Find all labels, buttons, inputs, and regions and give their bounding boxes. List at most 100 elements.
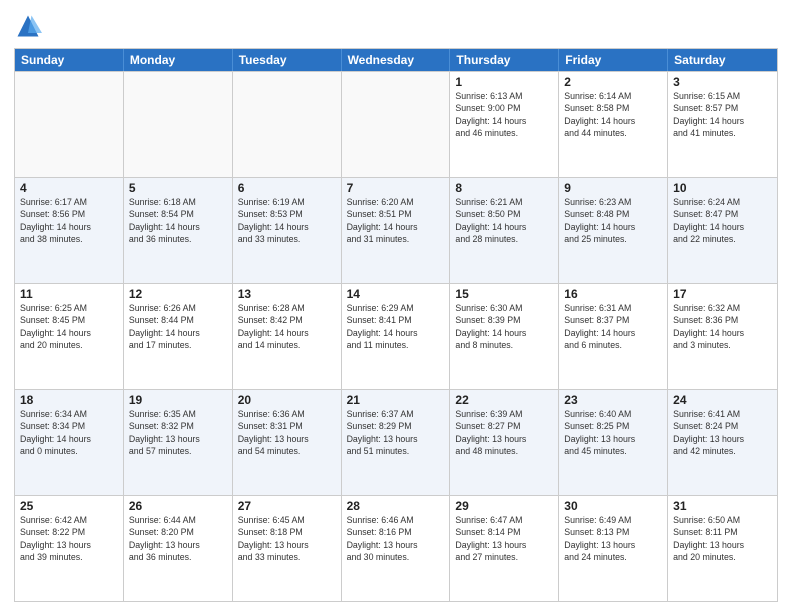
- calendar-cell: 17Sunrise: 6:32 AM Sunset: 8:36 PM Dayli…: [668, 284, 777, 389]
- day-info: Sunrise: 6:13 AM Sunset: 9:00 PM Dayligh…: [455, 90, 553, 139]
- calendar-cell: [15, 72, 124, 177]
- day-info: Sunrise: 6:23 AM Sunset: 8:48 PM Dayligh…: [564, 196, 662, 245]
- day-info: Sunrise: 6:41 AM Sunset: 8:24 PM Dayligh…: [673, 408, 772, 457]
- calendar-row: 1Sunrise: 6:13 AM Sunset: 9:00 PM Daylig…: [15, 71, 777, 177]
- day-number: 30: [564, 499, 662, 513]
- calendar-cell: 11Sunrise: 6:25 AM Sunset: 8:45 PM Dayli…: [15, 284, 124, 389]
- day-info: Sunrise: 6:20 AM Sunset: 8:51 PM Dayligh…: [347, 196, 445, 245]
- calendar-cell: 2Sunrise: 6:14 AM Sunset: 8:58 PM Daylig…: [559, 72, 668, 177]
- day-info: Sunrise: 6:29 AM Sunset: 8:41 PM Dayligh…: [347, 302, 445, 351]
- day-number: 12: [129, 287, 227, 301]
- calendar-cell: 5Sunrise: 6:18 AM Sunset: 8:54 PM Daylig…: [124, 178, 233, 283]
- calendar-header-friday: Friday: [559, 49, 668, 71]
- day-number: 8: [455, 181, 553, 195]
- day-number: 4: [20, 181, 118, 195]
- calendar-cell: 24Sunrise: 6:41 AM Sunset: 8:24 PM Dayli…: [668, 390, 777, 495]
- day-info: Sunrise: 6:17 AM Sunset: 8:56 PM Dayligh…: [20, 196, 118, 245]
- day-info: Sunrise: 6:32 AM Sunset: 8:36 PM Dayligh…: [673, 302, 772, 351]
- day-number: 14: [347, 287, 445, 301]
- day-number: 22: [455, 393, 553, 407]
- day-number: 23: [564, 393, 662, 407]
- calendar-row: 18Sunrise: 6:34 AM Sunset: 8:34 PM Dayli…: [15, 389, 777, 495]
- day-number: 6: [238, 181, 336, 195]
- calendar-row: 11Sunrise: 6:25 AM Sunset: 8:45 PM Dayli…: [15, 283, 777, 389]
- calendar-cell: [342, 72, 451, 177]
- day-info: Sunrise: 6:36 AM Sunset: 8:31 PM Dayligh…: [238, 408, 336, 457]
- calendar-cell: 15Sunrise: 6:30 AM Sunset: 8:39 PM Dayli…: [450, 284, 559, 389]
- day-info: Sunrise: 6:24 AM Sunset: 8:47 PM Dayligh…: [673, 196, 772, 245]
- day-info: Sunrise: 6:49 AM Sunset: 8:13 PM Dayligh…: [564, 514, 662, 563]
- calendar-cell: 19Sunrise: 6:35 AM Sunset: 8:32 PM Dayli…: [124, 390, 233, 495]
- calendar-cell: 8Sunrise: 6:21 AM Sunset: 8:50 PM Daylig…: [450, 178, 559, 283]
- calendar-cell: 30Sunrise: 6:49 AM Sunset: 8:13 PM Dayli…: [559, 496, 668, 601]
- day-number: 1: [455, 75, 553, 89]
- calendar-cell: 22Sunrise: 6:39 AM Sunset: 8:27 PM Dayli…: [450, 390, 559, 495]
- calendar: SundayMondayTuesdayWednesdayThursdayFrid…: [14, 48, 778, 602]
- calendar-cell: 31Sunrise: 6:50 AM Sunset: 8:11 PM Dayli…: [668, 496, 777, 601]
- day-info: Sunrise: 6:21 AM Sunset: 8:50 PM Dayligh…: [455, 196, 553, 245]
- calendar-row: 4Sunrise: 6:17 AM Sunset: 8:56 PM Daylig…: [15, 177, 777, 283]
- day-number: 18: [20, 393, 118, 407]
- day-info: Sunrise: 6:26 AM Sunset: 8:44 PM Dayligh…: [129, 302, 227, 351]
- calendar-cell: 12Sunrise: 6:26 AM Sunset: 8:44 PM Dayli…: [124, 284, 233, 389]
- day-number: 2: [564, 75, 662, 89]
- day-info: Sunrise: 6:18 AM Sunset: 8:54 PM Dayligh…: [129, 196, 227, 245]
- day-info: Sunrise: 6:45 AM Sunset: 8:18 PM Dayligh…: [238, 514, 336, 563]
- calendar-cell: 7Sunrise: 6:20 AM Sunset: 8:51 PM Daylig…: [342, 178, 451, 283]
- logo: [14, 12, 44, 40]
- calendar-cell: 26Sunrise: 6:44 AM Sunset: 8:20 PM Dayli…: [124, 496, 233, 601]
- calendar-cell: 29Sunrise: 6:47 AM Sunset: 8:14 PM Dayli…: [450, 496, 559, 601]
- day-number: 7: [347, 181, 445, 195]
- day-number: 28: [347, 499, 445, 513]
- day-info: Sunrise: 6:25 AM Sunset: 8:45 PM Dayligh…: [20, 302, 118, 351]
- day-number: 21: [347, 393, 445, 407]
- calendar-cell: 25Sunrise: 6:42 AM Sunset: 8:22 PM Dayli…: [15, 496, 124, 601]
- calendar-cell: [233, 72, 342, 177]
- day-info: Sunrise: 6:39 AM Sunset: 8:27 PM Dayligh…: [455, 408, 553, 457]
- calendar-cell: 16Sunrise: 6:31 AM Sunset: 8:37 PM Dayli…: [559, 284, 668, 389]
- day-number: 15: [455, 287, 553, 301]
- day-info: Sunrise: 6:19 AM Sunset: 8:53 PM Dayligh…: [238, 196, 336, 245]
- calendar-cell: 4Sunrise: 6:17 AM Sunset: 8:56 PM Daylig…: [15, 178, 124, 283]
- logo-icon: [14, 12, 42, 40]
- day-info: Sunrise: 6:30 AM Sunset: 8:39 PM Dayligh…: [455, 302, 553, 351]
- calendar-header-thursday: Thursday: [450, 49, 559, 71]
- calendar-cell: 20Sunrise: 6:36 AM Sunset: 8:31 PM Dayli…: [233, 390, 342, 495]
- day-number: 10: [673, 181, 772, 195]
- day-number: 17: [673, 287, 772, 301]
- calendar-cell: 28Sunrise: 6:46 AM Sunset: 8:16 PM Dayli…: [342, 496, 451, 601]
- day-info: Sunrise: 6:42 AM Sunset: 8:22 PM Dayligh…: [20, 514, 118, 563]
- day-info: Sunrise: 6:28 AM Sunset: 8:42 PM Dayligh…: [238, 302, 336, 351]
- calendar-body: 1Sunrise: 6:13 AM Sunset: 9:00 PM Daylig…: [15, 71, 777, 601]
- day-number: 31: [673, 499, 772, 513]
- day-info: Sunrise: 6:37 AM Sunset: 8:29 PM Dayligh…: [347, 408, 445, 457]
- calendar-cell: 9Sunrise: 6:23 AM Sunset: 8:48 PM Daylig…: [559, 178, 668, 283]
- calendar-cell: 27Sunrise: 6:45 AM Sunset: 8:18 PM Dayli…: [233, 496, 342, 601]
- calendar-cell: 6Sunrise: 6:19 AM Sunset: 8:53 PM Daylig…: [233, 178, 342, 283]
- calendar-cell: [124, 72, 233, 177]
- day-number: 11: [20, 287, 118, 301]
- calendar-header: SundayMondayTuesdayWednesdayThursdayFrid…: [15, 49, 777, 71]
- day-number: 13: [238, 287, 336, 301]
- calendar-cell: 1Sunrise: 6:13 AM Sunset: 9:00 PM Daylig…: [450, 72, 559, 177]
- day-number: 29: [455, 499, 553, 513]
- day-number: 5: [129, 181, 227, 195]
- day-info: Sunrise: 6:14 AM Sunset: 8:58 PM Dayligh…: [564, 90, 662, 139]
- day-number: 24: [673, 393, 772, 407]
- calendar-cell: 21Sunrise: 6:37 AM Sunset: 8:29 PM Dayli…: [342, 390, 451, 495]
- calendar-cell: 3Sunrise: 6:15 AM Sunset: 8:57 PM Daylig…: [668, 72, 777, 177]
- calendar-header-saturday: Saturday: [668, 49, 777, 71]
- page: SundayMondayTuesdayWednesdayThursdayFrid…: [0, 0, 792, 612]
- calendar-cell: 10Sunrise: 6:24 AM Sunset: 8:47 PM Dayli…: [668, 178, 777, 283]
- day-number: 19: [129, 393, 227, 407]
- header: [14, 12, 778, 40]
- day-info: Sunrise: 6:47 AM Sunset: 8:14 PM Dayligh…: [455, 514, 553, 563]
- day-number: 9: [564, 181, 662, 195]
- calendar-cell: 18Sunrise: 6:34 AM Sunset: 8:34 PM Dayli…: [15, 390, 124, 495]
- day-info: Sunrise: 6:40 AM Sunset: 8:25 PM Dayligh…: [564, 408, 662, 457]
- calendar-header-sunday: Sunday: [15, 49, 124, 71]
- calendar-header-monday: Monday: [124, 49, 233, 71]
- calendar-row: 25Sunrise: 6:42 AM Sunset: 8:22 PM Dayli…: [15, 495, 777, 601]
- day-info: Sunrise: 6:46 AM Sunset: 8:16 PM Dayligh…: [347, 514, 445, 563]
- day-info: Sunrise: 6:31 AM Sunset: 8:37 PM Dayligh…: [564, 302, 662, 351]
